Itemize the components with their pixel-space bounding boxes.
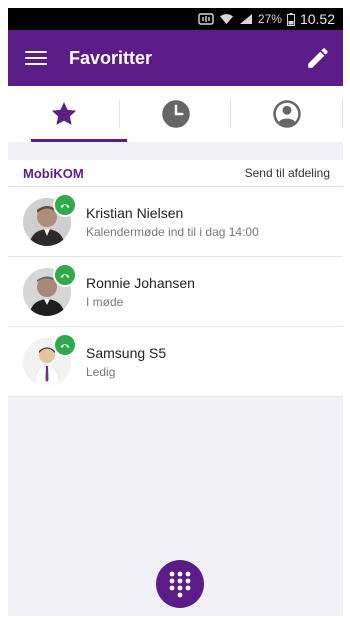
contact-name: Samsung S5 [86, 344, 167, 361]
dialpad-button[interactable] [156, 560, 204, 608]
tab-favorites[interactable] [8, 86, 120, 142]
contact-row[interactable]: Samsung S5 Ledig [8, 327, 343, 397]
nfc-icon [198, 13, 214, 25]
star-icon [51, 102, 76, 125]
contact-row[interactable]: Kristian Nielsen Kalendermøde ind til i … [8, 187, 343, 257]
contact-status: Ledig [86, 364, 116, 379]
contact-name: Kristian Nielsen [86, 204, 184, 221]
status-bar: 27% 10.52 [8, 8, 343, 30]
person-icon [273, 100, 301, 128]
selected-tab-indicator [31, 139, 127, 142]
clock-icon [161, 100, 190, 128]
tab-contacts[interactable] [231, 86, 343, 142]
dialpad-icon [169, 571, 191, 598]
contact-status: I møde [86, 294, 124, 309]
phone-icon [53, 332, 77, 357]
section-title: MobiKOM [23, 165, 84, 181]
battery-percent: 27% [257, 12, 282, 26]
avatar [23, 192, 77, 246]
battery-icon [286, 12, 295, 26]
contact-row[interactable]: Ronnie Johansen I møde [8, 257, 343, 327]
pencil-icon[interactable] [305, 45, 331, 71]
signal-icon [239, 14, 252, 24]
status-time: 10.52 [299, 11, 335, 27]
contact-status: Kalendermøde ind til i dag 14:00 [86, 224, 259, 239]
avatar [23, 332, 77, 386]
tab-bar [8, 86, 343, 142]
section-header: MobiKOM Send til afdeling [8, 160, 343, 187]
app-bar: Favoritter [8, 30, 343, 86]
hamburger-menu-icon[interactable] [25, 51, 47, 65]
favorites-list: MobiKOM Send til afdeling Kristian Niels… [8, 160, 343, 397]
phone-icon [53, 192, 77, 217]
contact-name: Ronnie Johansen [86, 274, 195, 291]
wifi-icon [219, 14, 233, 24]
phone-icon [53, 262, 77, 287]
page-title: Favoritter [69, 47, 153, 68]
send-to-department-button[interactable]: Send til afdeling [245, 166, 330, 180]
phone-screen: 27% 10.52 Favoritter MobiKOM Send til af… [8, 8, 343, 616]
tab-recents[interactable] [120, 86, 232, 142]
avatar [23, 262, 77, 316]
